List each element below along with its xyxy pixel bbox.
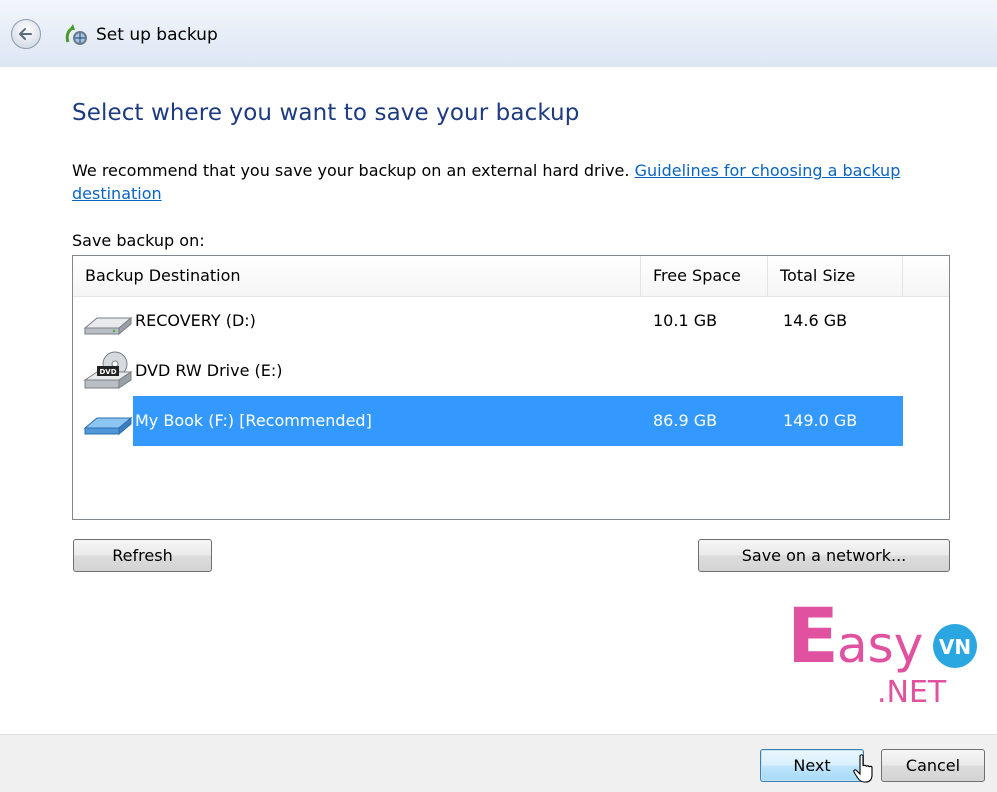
- back-arrow-icon: [19, 28, 32, 40]
- column-header-total-size[interactable]: Total Size: [768, 256, 903, 296]
- dvd-drive-icon: DVD: [83, 351, 133, 389]
- svg-text:DVD: DVD: [99, 368, 116, 376]
- page-heading: Select where you want to save your backu…: [72, 100, 580, 126]
- list-item[interactable]: DVD DVD RW Drive (E:): [73, 346, 949, 396]
- title-bar: Set up backup: [0, 0, 997, 68]
- refresh-button[interactable]: Refresh: [73, 539, 212, 572]
- column-header-destination[interactable]: Backup Destination: [73, 256, 641, 296]
- total-size: 149.0 GB: [783, 411, 858, 430]
- hard-drive-icon: [83, 316, 133, 336]
- list-header: Backup Destination Free Space Total Size: [73, 256, 949, 297]
- mouse-cursor-icon: [853, 754, 873, 783]
- external-drive-icon: [83, 416, 133, 436]
- svg-text:asy: asy: [837, 616, 923, 674]
- description-text: We recommend that you save your backup o…: [72, 161, 630, 180]
- footer-bar: Next Cancel: [0, 734, 997, 792]
- destination-name: RECOVERY (D:): [135, 311, 256, 330]
- main-content: Select where you want to save your backu…: [0, 67, 997, 734]
- save-backup-label: Save backup on:: [72, 231, 205, 250]
- next-button[interactable]: Next: [760, 749, 864, 782]
- window-title: Set up backup: [96, 25, 218, 45]
- destination-list[interactable]: Backup Destination Free Space Total Size…: [72, 255, 950, 520]
- list-item[interactable]: RECOVERY (D:) 10.1 GB 14.6 GB: [73, 296, 949, 346]
- save-on-network-button[interactable]: Save on a network...: [698, 539, 950, 572]
- column-header-free-space[interactable]: Free Space: [641, 256, 768, 296]
- back-button[interactable]: [11, 19, 41, 49]
- description: We recommend that you save your backup o…: [72, 159, 972, 205]
- free-space: 10.1 GB: [653, 311, 718, 330]
- svg-text:.NET: .NET: [877, 675, 947, 709]
- svg-text:E: E: [787, 591, 839, 680]
- total-size: 14.6 GB: [783, 311, 848, 330]
- easy-vn-logo: E asy VN .NET: [787, 591, 977, 709]
- svg-text:VN: VN: [939, 635, 971, 659]
- destination-name: DVD RW Drive (E:): [135, 361, 283, 380]
- free-space: 86.9 GB: [653, 411, 718, 430]
- list-item-selected[interactable]: My Book (F:) [Recommended] 86.9 GB 149.0…: [73, 396, 949, 446]
- backup-icon: [65, 24, 87, 45]
- cancel-button[interactable]: Cancel: [881, 749, 985, 782]
- destination-name: My Book (F:) [Recommended]: [135, 411, 372, 430]
